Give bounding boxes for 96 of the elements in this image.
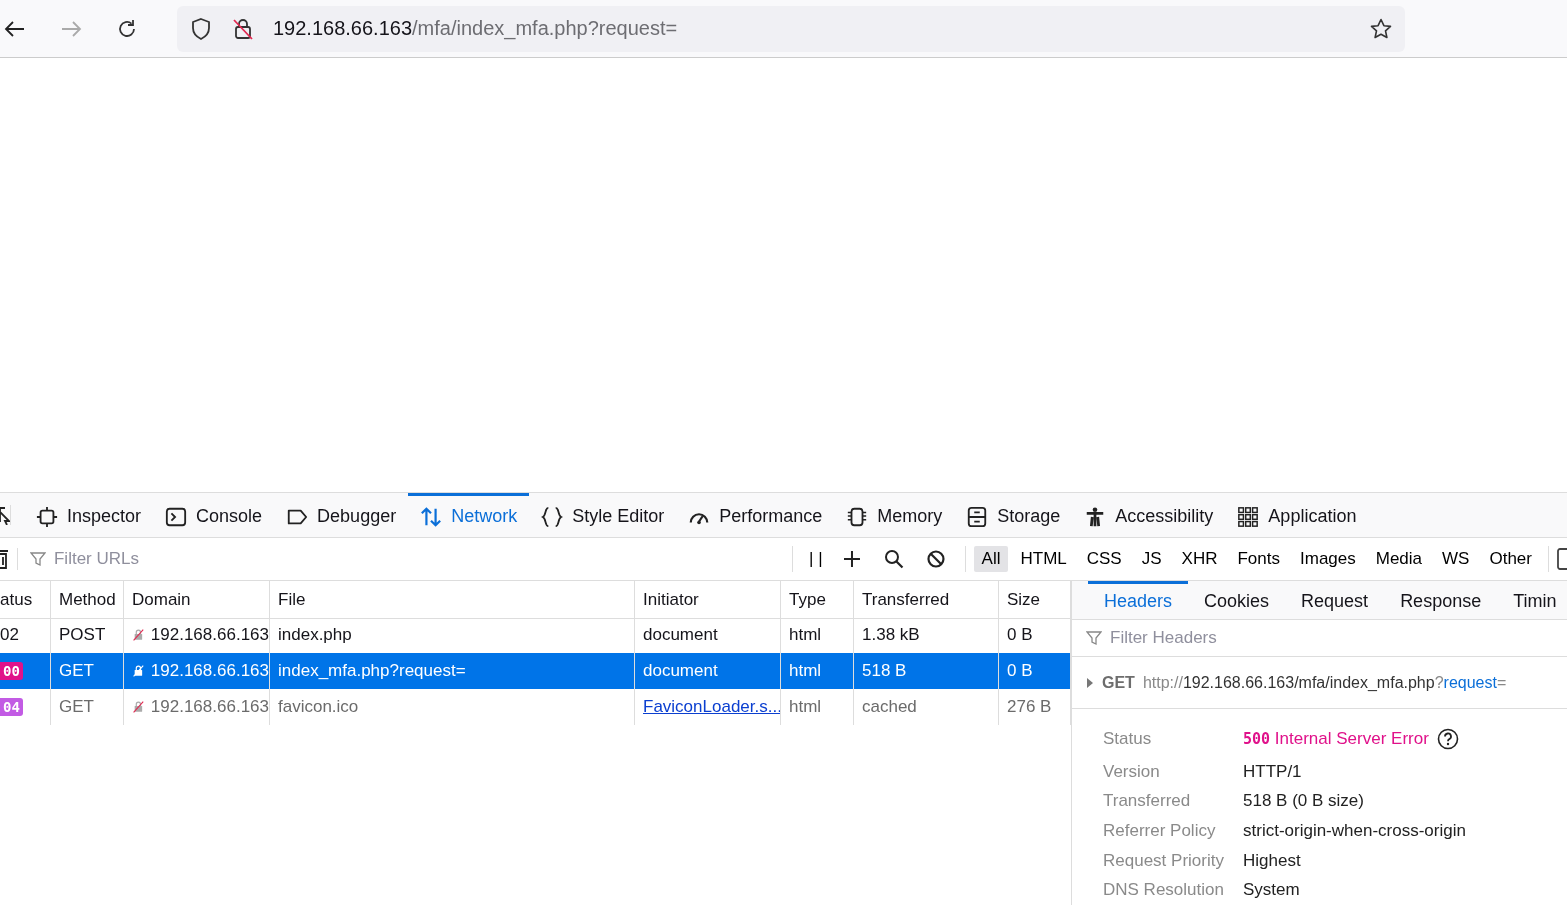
field-label: Transferred [1103, 791, 1192, 812]
devtools-tab[interactable]: Memory [834, 493, 955, 537]
table-cell-text: GET [59, 697, 94, 717]
type-filter-button[interactable]: XHR [1173, 546, 1226, 572]
column-header[interactable]: Domain [124, 581, 270, 619]
table-cell-text: html [789, 697, 822, 717]
column-header[interactable]: Type [781, 581, 854, 619]
field-label: Referrer Policy [1103, 821, 1217, 841]
devtools-tab[interactable]: Inspector [24, 493, 154, 537]
up-down-arrows-icon [420, 505, 443, 528]
type-filter-button[interactable]: HTML [1012, 546, 1075, 572]
table-cell-text: index_mfa.php?request= [278, 661, 466, 681]
type-filter-button[interactable]: Media [1367, 546, 1431, 572]
details-tab[interactable]: Response [1384, 581, 1498, 619]
field-label: Request Priority [1103, 850, 1225, 871]
shield-icon[interactable] [189, 16, 213, 41]
field-label: Version [1103, 761, 1161, 782]
table-cell-text: 0 B [1007, 625, 1033, 645]
column-header[interactable]: Transferred [854, 581, 999, 619]
details-tab[interactable]: Headers [1088, 581, 1189, 619]
table-cell-text: 0 B [1007, 661, 1033, 681]
domain-text: 192.168.66.163 [150, 697, 269, 717]
trash-icon[interactable] [0, 548, 18, 570]
storage-icon [966, 505, 989, 528]
expand-triangle-icon[interactable] [1086, 676, 1094, 689]
devtools-tab[interactable]: Storage [954, 493, 1073, 537]
crossed-lock-icon[interactable] [231, 16, 255, 41]
grid-icon [1237, 505, 1260, 528]
filter-headers-field[interactable]: Filter Headers [1108, 627, 1412, 649]
column-header[interactable]: Method [51, 581, 124, 619]
table-cell-text: GET [59, 661, 94, 681]
console-icon [165, 505, 188, 528]
curly-braces-icon [541, 505, 564, 528]
help-icon[interactable] [1436, 728, 1459, 750]
devtools-tab[interactable]: Debugger [274, 493, 409, 537]
filter-funnel-icon [30, 551, 46, 567]
type-filter-button[interactable]: All [973, 546, 1009, 572]
filter-urls-field[interactable]: Filter URLs [52, 548, 356, 570]
status-code: 02 [0, 625, 19, 645]
domain-text: 192.168.66.163 [150, 661, 269, 681]
request-url: http://192.168.66.163/mfa/index_mfa.php?request= [1142, 673, 1507, 692]
table-cell-text: html [789, 661, 822, 681]
address-bar[interactable]: 192.168.66.163/mfa/index_mfa.php?request= [177, 5, 1405, 52]
type-filter-button[interactable]: Images [1292, 546, 1364, 572]
table-cell-text: document [643, 625, 718, 645]
field-value: HTTP/1 [1243, 761, 1302, 782]
star-icon[interactable] [1369, 16, 1393, 41]
devtools-tab[interactable]: Application [1225, 493, 1369, 537]
status-code-badge: 04 [0, 698, 23, 716]
column-header[interactable]: File [270, 581, 635, 619]
plus-icon[interactable] [841, 549, 862, 569]
details-tab[interactable]: Request [1285, 581, 1385, 619]
devtools-tab[interactable]: Style Editor [529, 493, 677, 537]
table-cell-text: POST [59, 625, 106, 645]
table-cell-text: 518 B [862, 661, 907, 681]
field-label: Status [1103, 729, 1153, 749]
devtools-tab[interactable]: Accessibility [1072, 493, 1226, 537]
element-picker-icon[interactable] [0, 505, 11, 525]
request-method: GET [1102, 673, 1135, 692]
field-label: DNS Resolution [1103, 880, 1225, 901]
block-icon[interactable] [925, 549, 946, 569]
inspector-icon [36, 505, 58, 528]
field-value: 518 B (0 B size) [1243, 791, 1364, 812]
devtools-tab[interactable]: Network [408, 493, 530, 537]
filter-funnel-icon [1086, 630, 1102, 646]
table-cell-text: cached [862, 697, 917, 717]
type-filter-button[interactable]: JS [1133, 546, 1170, 572]
devtools-tab[interactable]: Console [153, 493, 275, 537]
type-filter-button[interactable]: Other [1481, 546, 1540, 572]
type-filter-button[interactable]: Fonts [1229, 546, 1288, 572]
url-text: 192.168.66.163/mfa/index_mfa.php?request= [273, 17, 678, 40]
panel-toggle-icon[interactable] [1557, 548, 1567, 570]
field-value: strict-origin-when-cross-origin [1243, 821, 1466, 841]
pause-button[interactable]: | | [801, 549, 831, 569]
domain-text: 192.168.66.163 [150, 625, 269, 645]
field-value: Highest [1243, 850, 1301, 871]
status-value: 500 Internal Server Error [1243, 729, 1429, 749]
field-value: System [1243, 880, 1300, 901]
table-cell-text: document [643, 661, 718, 681]
devtools-tab[interactable]: Performance [676, 493, 835, 537]
chip-icon [846, 505, 869, 528]
table-cell-text: html [789, 625, 822, 645]
table-cell-text: 276 B [1007, 697, 1052, 717]
column-header[interactable]: Initiator [635, 581, 781, 619]
type-filter-button[interactable]: CSS [1078, 546, 1130, 572]
status-code-badge: 00 [0, 662, 23, 680]
details-tab[interactable]: Cookies [1188, 581, 1286, 619]
initiator-link[interactable]: FaviconLoader.s... [643, 697, 780, 717]
column-header[interactable]: atus [0, 581, 51, 619]
column-header[interactable]: Size [999, 581, 1071, 619]
type-filter-button[interactable]: WS [1434, 546, 1478, 572]
details-tab[interactable]: Timin [1497, 581, 1567, 619]
table-cell-text: index.php [278, 625, 352, 645]
table-cell-text: favicon.ico [278, 697, 359, 717]
search-icon[interactable] [883, 549, 904, 569]
table-cell-text: 1.38 kB [862, 625, 920, 645]
